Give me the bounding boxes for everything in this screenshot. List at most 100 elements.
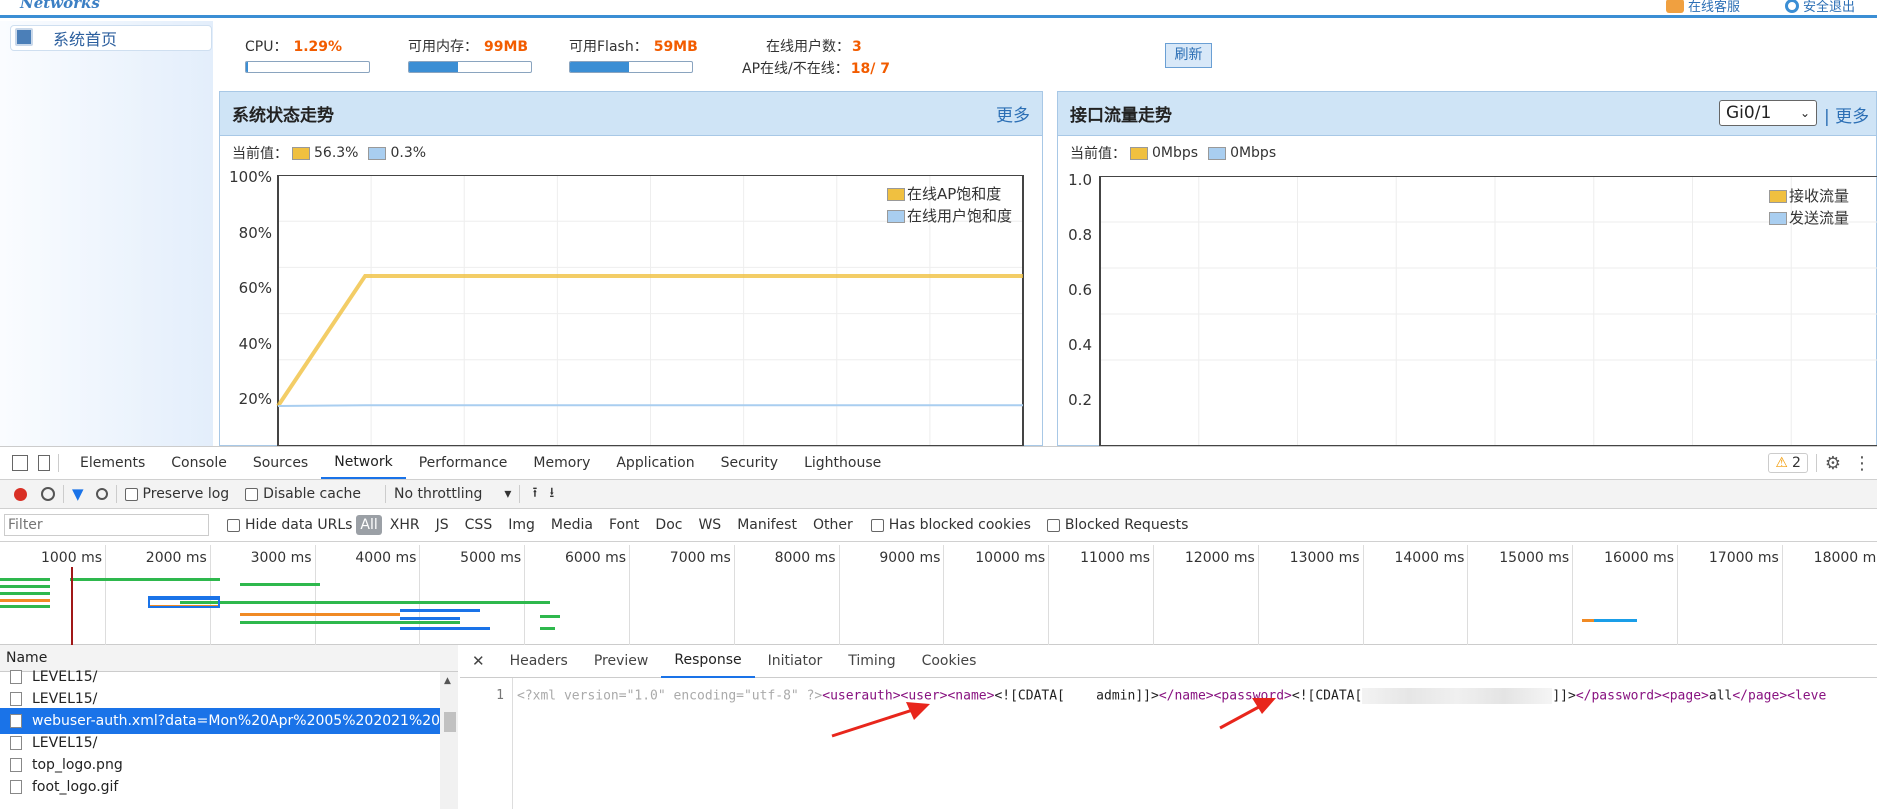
timeline-request-bar	[180, 601, 550, 604]
timeline-request-bar	[1582, 619, 1594, 622]
export-har-icon[interactable]: ⭳	[549, 482, 554, 506]
memory-stat: 可用内存： 99MB	[408, 36, 528, 56]
tab-performance[interactable]: Performance	[406, 447, 521, 479]
sidebar-item-home[interactable]: 系统首页	[10, 25, 212, 51]
timeline-request-bar	[240, 613, 400, 616]
xml-level-tag: </page><leve	[1732, 688, 1827, 704]
network-timeline-overview[interactable]: 1000 ms 2000 ms 3000 ms 4000 ms 5000 ms 6000 …	[0, 545, 1877, 645]
type-filter-font[interactable]: Font	[601, 517, 647, 533]
cpu-label: CPU：	[245, 39, 288, 55]
type-filter-doc[interactable]: Doc	[647, 517, 690, 533]
device-toolbar-icon[interactable]	[38, 455, 50, 471]
timeline-request-bar	[240, 583, 320, 586]
timeline-request-bar	[400, 609, 480, 612]
scrollbar[interactable]: ▲	[440, 672, 458, 809]
tab-application[interactable]: Application	[603, 447, 707, 479]
filter-icon[interactable]: ▼	[72, 485, 84, 503]
file-icon	[10, 736, 22, 750]
timeline-tick-label: 4000 ms	[355, 550, 417, 566]
tab-lighthouse[interactable]: Lighthouse	[791, 447, 894, 479]
hide-data-urls-checkbox[interactable]: Hide data URLs	[227, 517, 352, 533]
tab-security[interactable]: Security	[708, 447, 792, 479]
interface-select[interactable]: Gi0/1 ⌄	[1719, 100, 1817, 126]
detail-tab-preview[interactable]: Preview	[581, 645, 662, 678]
timeline-gridline	[1362, 545, 1364, 645]
online-support-link[interactable]: 在线客服	[1666, 0, 1740, 15]
request-name: foot_logo.gif	[32, 779, 119, 795]
type-filter-js[interactable]: JS	[428, 517, 457, 533]
preserve-log-label: Preserve log	[142, 486, 230, 502]
detail-tab-timing[interactable]: Timing	[835, 645, 908, 678]
has-blocked-cookies-label: Has blocked cookies	[888, 517, 1031, 533]
timeline-gridline	[1781, 545, 1783, 645]
timeline-tick-label: 8000 ms	[774, 550, 836, 566]
scrollbar-thumb[interactable]	[444, 712, 456, 732]
detail-tab-headers[interactable]: Headers	[497, 645, 581, 678]
settings-gear-icon[interactable]: ⚙	[1825, 453, 1841, 474]
timeline-request-bar	[540, 615, 560, 618]
type-filter-other[interactable]: Other	[805, 517, 861, 533]
type-filter-css[interactable]: CSS	[457, 517, 501, 533]
devtools-tabs: Elements Console Sources Network Performance…	[67, 447, 894, 479]
interface-more-link[interactable]: | 更多	[1824, 102, 1869, 127]
type-filter-all[interactable]: All	[356, 515, 382, 535]
has-blocked-cookies-checkbox[interactable]: Has blocked cookies	[870, 517, 1031, 533]
sys-ytick-40: 40%	[238, 335, 272, 353]
inspect-element-icon[interactable]	[12, 455, 28, 471]
tab-console[interactable]: Console	[158, 447, 240, 479]
iface-ytick-06: 0.6	[1068, 281, 1092, 299]
timeline-tick-label: 17000 ms	[1708, 550, 1779, 566]
monitor-icon	[15, 28, 33, 46]
ap-stat: AP在线/不在线： 18/ 7	[742, 58, 890, 78]
close-icon[interactable]: ✕	[460, 652, 497, 670]
timeline-tick-label: 13000 ms	[1289, 550, 1360, 566]
filter-input[interactable]	[4, 514, 209, 536]
warnings-badge[interactable]: ⚠ 2	[1768, 453, 1808, 473]
chart-frame	[1099, 176, 1877, 446]
timeline-tick-label: 9000 ms	[879, 550, 941, 566]
timeline-tick-label: 5000 ms	[460, 550, 522, 566]
tab-elements[interactable]: Elements	[67, 447, 158, 479]
preserve-log-checkbox[interactable]: Preserve log	[124, 486, 230, 502]
iface-legend: 接收流量 发送流量	[1769, 185, 1849, 229]
import-har-icon[interactable]: ⭱	[532, 482, 537, 506]
type-filter-media[interactable]: Media	[543, 517, 601, 533]
blocked-requests-label: Blocked Requests	[1064, 517, 1189, 533]
xml-page-tags: </password><page>	[1575, 688, 1709, 704]
memory-value: 99MB	[484, 39, 529, 55]
ap-swatch-icon	[292, 146, 310, 160]
tab-network[interactable]: Network	[321, 447, 406, 479]
record-icon[interactable]	[14, 487, 27, 501]
refresh-button[interactable]: 刷新	[1165, 43, 1212, 68]
request-name: top_logo.png	[32, 757, 123, 773]
more-options-icon[interactable]: ⋮	[1853, 453, 1871, 474]
type-filter-img[interactable]: Img	[500, 517, 543, 533]
blocked-requests-checkbox[interactable]: Blocked Requests	[1046, 517, 1189, 533]
user-swatch-icon	[368, 146, 387, 160]
disable-cache-checkbox[interactable]: Disable cache	[245, 486, 361, 502]
detail-tab-initiator[interactable]: Initiator	[755, 645, 836, 678]
scroll-up-icon[interactable]: ▲	[444, 676, 451, 686]
timeline-gridline	[419, 545, 421, 645]
search-icon[interactable]	[95, 488, 108, 500]
request-row[interactable]: foot_logo.gif	[0, 774, 440, 800]
power-icon	[1785, 0, 1799, 13]
logout-link[interactable]: 安全退出	[1785, 0, 1855, 15]
clear-icon[interactable]	[41, 487, 55, 501]
timeline-gridline	[1572, 545, 1574, 645]
system-status-more-link[interactable]: 更多	[996, 101, 1030, 126]
detail-tab-cookies[interactable]: Cookies	[909, 645, 990, 678]
redacted-password	[1362, 688, 1553, 704]
throttling-select[interactable]: No throttling ▾	[394, 486, 511, 502]
legend-user-swatch	[887, 210, 905, 223]
timeline-gridline	[1153, 545, 1154, 645]
tab-memory[interactable]: Memory	[520, 447, 603, 479]
type-filter-ws[interactable]: WS	[690, 517, 729, 533]
cpu-progress-bar	[245, 61, 370, 73]
xml-password-cdata-close: ]]>	[1552, 688, 1576, 704]
detail-tab-response[interactable]: Response	[661, 645, 755, 678]
iface-ytick-02: 0.2	[1068, 391, 1092, 409]
tab-sources[interactable]: Sources	[240, 447, 321, 479]
type-filter-xhr[interactable]: XHR	[382, 517, 428, 533]
type-filter-manifest[interactable]: Manifest	[729, 517, 805, 533]
